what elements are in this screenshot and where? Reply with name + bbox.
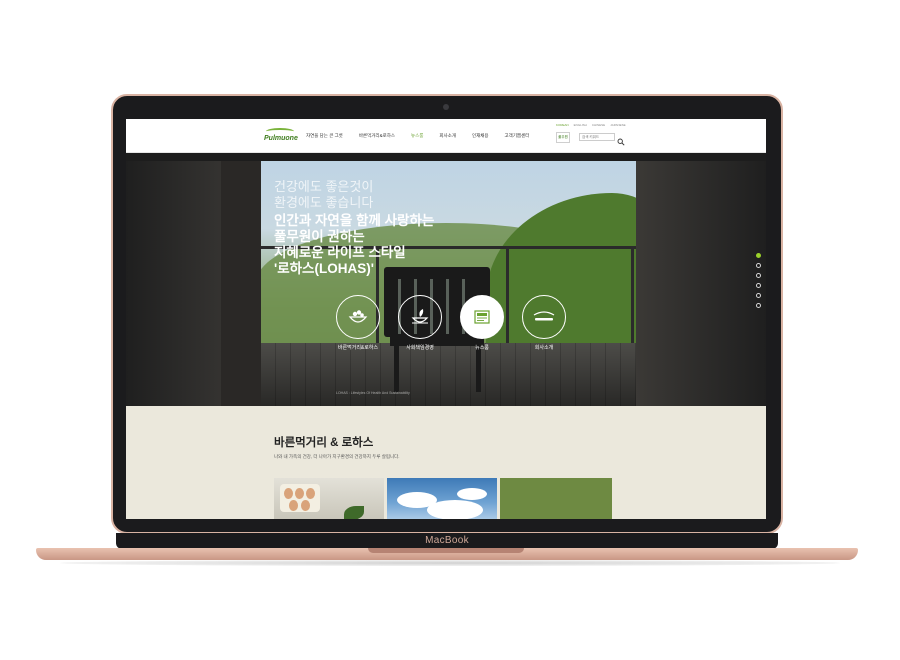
slide-dot[interactable] (756, 263, 761, 268)
nav-item-customer-center[interactable]: 고객기쁨센터 (505, 131, 530, 143)
hero-caption: LOHAS : Lifestyles Of Health And Sustain… (336, 391, 410, 395)
slide-dot[interactable] (756, 293, 761, 298)
circle-menu-label: 바른먹거리&로하스 (337, 345, 379, 351)
circle-menu-label: 회사소개 (534, 345, 554, 351)
circle-menu-item-csr[interactable]: 사회책임경영 (390, 295, 450, 351)
hero-subheadline-line: 건강에도 좋은것이 (274, 179, 374, 194)
egg-image (301, 500, 310, 511)
logo-swoosh-icon (266, 128, 294, 135)
card-eggs[interactable] (274, 478, 384, 519)
language-switcher: KOREAN ENGLISH CHINESE JAPANESE (556, 123, 631, 127)
slide-dot[interactable] (756, 303, 761, 308)
lang-chinese[interactable]: CHINESE (592, 123, 605, 127)
lang-korean[interactable]: KOREAN (556, 123, 569, 127)
stage: Pulmuone 자연을 담는 큰 그릇 바른먹거리&로하스 뉴스룸 회사소개 … (0, 0, 900, 660)
railing-post (631, 246, 634, 356)
hero-subheadline: 건강에도 좋은것이 환경에도 좋습니다 (274, 179, 373, 211)
circle-menu-label: 사회책임경영 (406, 345, 434, 351)
site-logo[interactable]: Pulmuone (264, 128, 300, 146)
camera-icon (443, 104, 449, 110)
roof (126, 153, 766, 161)
pulmuone-logo-icon (522, 295, 566, 339)
egg-image (284, 488, 293, 499)
section-description: 나와 내 가족의 건강, 더 나아가 지구환경의 건강까지 두루 살핍니다. (274, 454, 400, 459)
chair-leg (476, 346, 481, 392)
section-title: 바른먹거리 & 로하스 (274, 437, 374, 449)
slide-dot[interactable] (756, 273, 761, 278)
wall-right (636, 153, 766, 406)
egg-image (289, 500, 298, 511)
site-header: Pulmuone 자연을 담는 큰 그릇 바른먹거리&로하스 뉴스룸 회사소개 … (126, 119, 766, 153)
search-icon[interactable] (617, 133, 625, 146)
nav-item-bowl[interactable]: 자연을 담는 큰 그릇 (306, 131, 343, 143)
search-input[interactable] (579, 133, 615, 141)
lang-japanese[interactable]: JAPANESE (610, 123, 625, 127)
lang-english[interactable]: ENGLISH (574, 123, 587, 127)
egg-image (295, 488, 304, 499)
nav-item-lohas[interactable]: 바른먹거리&로하스 (359, 131, 395, 143)
circle-menu-item-lohas[interactable]: 바른먹거리&로하스 (328, 295, 388, 351)
hero-headline-line: '로하스(LOHAS)' (274, 261, 374, 276)
nav-item-careers[interactable]: 인재채용 (472, 131, 489, 143)
hero-subheadline-line: 환경에도 좋습니다 (274, 195, 374, 210)
nav-item-company[interactable]: 회사소개 (439, 131, 456, 143)
laptop-shadow (60, 560, 840, 566)
slide-dot[interactable] (756, 283, 761, 288)
main-nav: 자연을 담는 큰 그릇 바른먹거리&로하스 뉴스룸 회사소개 인재채용 고객기쁨… (306, 131, 545, 143)
chair-leg (394, 346, 399, 392)
device-label: MacBook (425, 535, 469, 546)
hero-headline-line: 인간과 자연을 함께 사랑하는 (274, 213, 435, 228)
hero-headline-line: 풀무원이 권하는 (274, 229, 365, 244)
slide-pagination (756, 253, 761, 313)
cloud-image (427, 500, 483, 519)
leaf-image (344, 506, 364, 519)
nav-item-newsroom[interactable]: 뉴스룸 (411, 131, 423, 143)
circle-menu: 바른먹거리&로하스 사회책임경영 뉴스룸 회사소개 (328, 295, 576, 351)
wall-left-beam (221, 153, 261, 406)
cloud-image (457, 488, 487, 500)
pulmuone-badge[interactable]: 풀무원 (556, 132, 570, 143)
circle-menu-item-company[interactable]: 회사소개 (514, 295, 574, 351)
circle-menu-label: 뉴스룸 (475, 345, 489, 351)
hero-headline: 인간과 자연을 함께 사랑하는 풀무원이 권하는 지혜로운 라이프 스타일 '로… (274, 213, 434, 277)
logo-text: Pulmuone (264, 135, 298, 142)
hero-banner: 건강에도 좋은것이 환경에도 좋습니다 인간과 자연을 함께 사랑하는 풀무원이… (126, 153, 766, 406)
lohas-section: 바른먹거리 & 로하스 나와 내 가족의 건강, 더 나아가 지구환경의 건강까… (126, 406, 766, 519)
card-sky[interactable] (387, 478, 497, 519)
leaf-bowl-icon (398, 295, 442, 339)
egg-image (306, 488, 315, 499)
circle-menu-item-newsroom[interactable]: 뉴스룸 (452, 295, 512, 351)
salad-bowl-icon (336, 295, 380, 339)
laptop-screen: Pulmuone 자연을 담는 큰 그릇 바른먹거리&로하스 뉴스룸 회사소개 … (126, 119, 766, 519)
laptop-notch (368, 548, 524, 553)
slide-dot[interactable] (756, 253, 761, 258)
card-green[interactable] (500, 478, 612, 519)
hero-headline-line: 지혜로운 라이프 스타일 (274, 245, 406, 260)
news-icon (460, 295, 504, 339)
